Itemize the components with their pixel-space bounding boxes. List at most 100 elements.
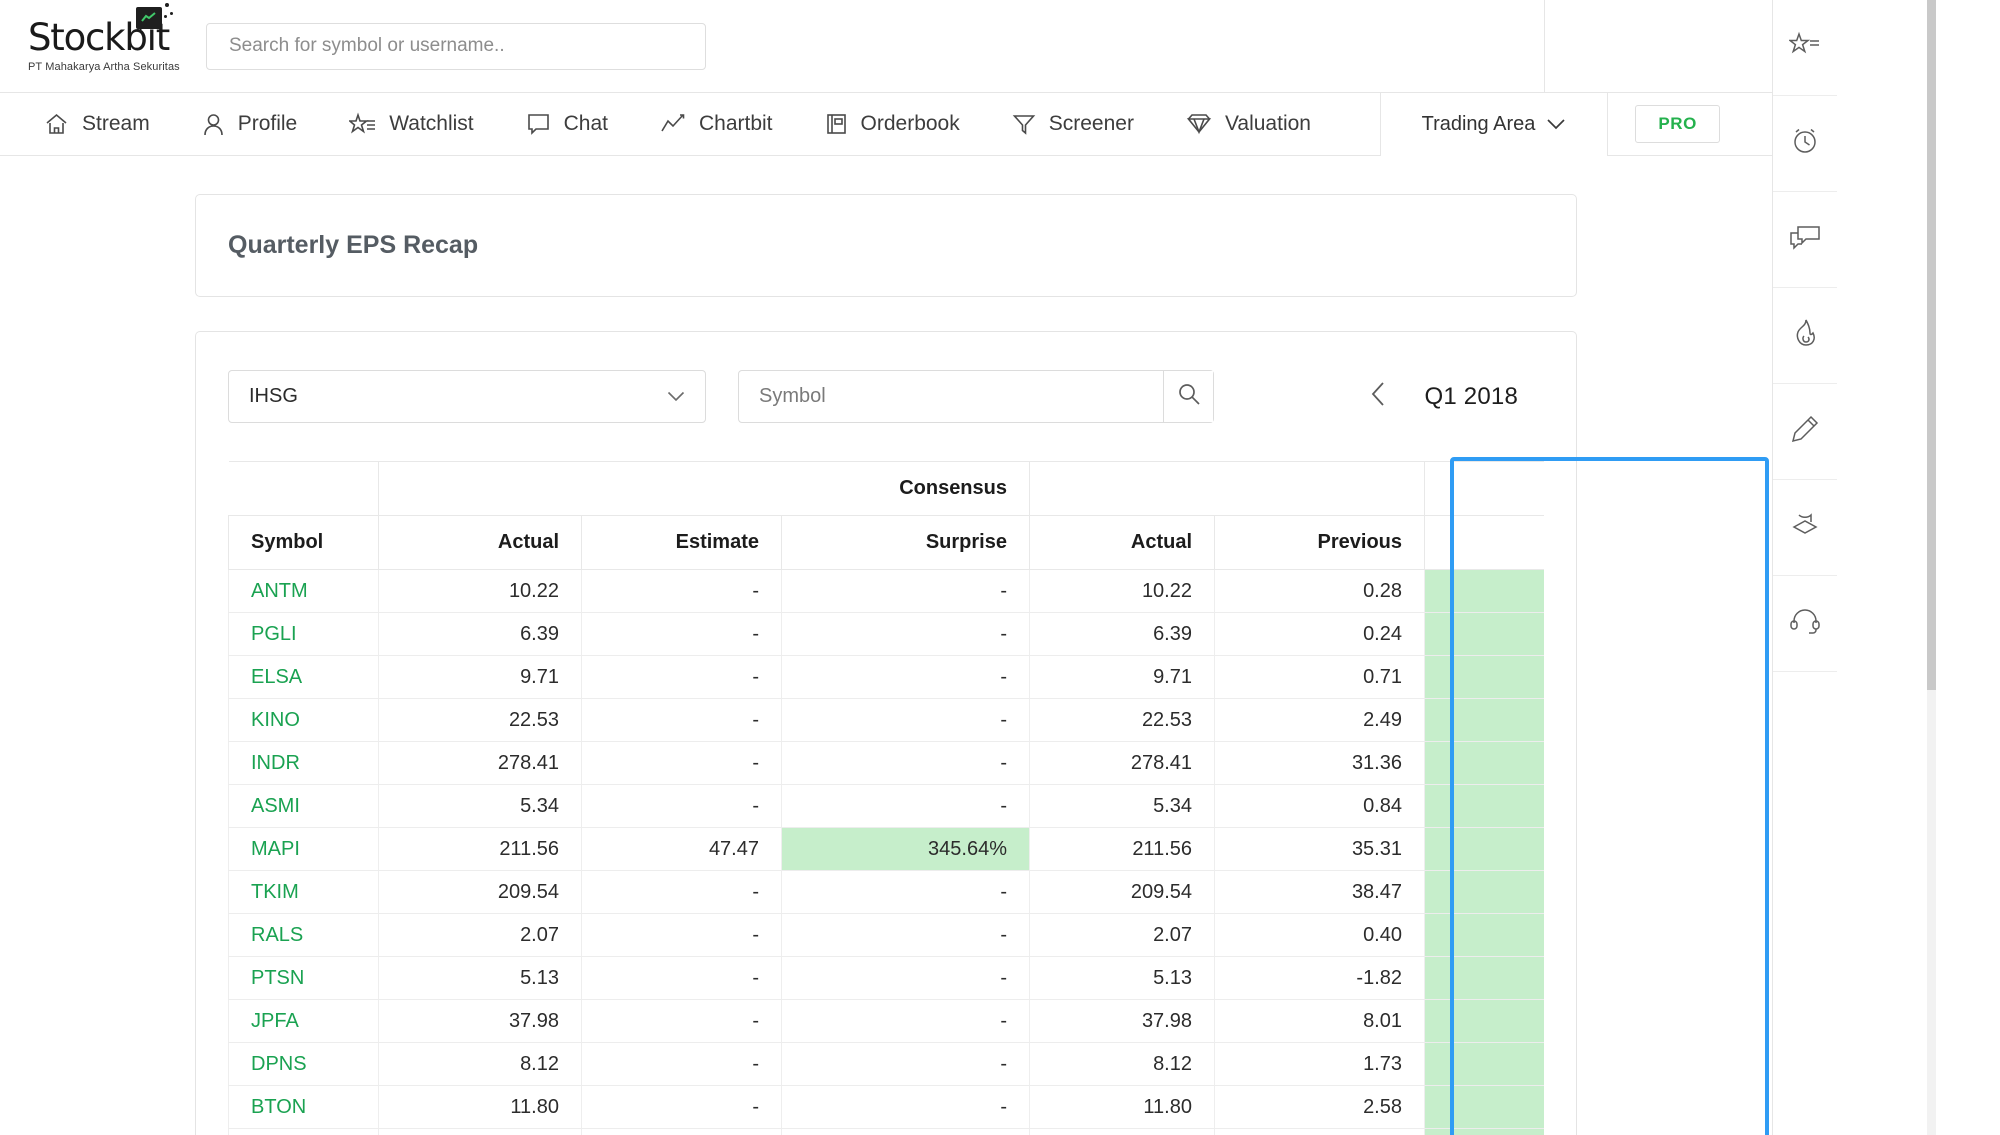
pro-badge-button[interactable]: PRO <box>1635 105 1720 143</box>
cell-symbol[interactable]: INDR <box>228 741 379 785</box>
table-row[interactable]: JPFA37.98--37.988.01374.16% <box>228 999 1544 1043</box>
rail-item-academy[interactable] <box>1772 480 1837 576</box>
eps-table-scroll[interactable]: Consensus Previous Year Symbol Actual Es… <box>228 461 1544 1135</box>
line-chart-icon <box>660 112 686 136</box>
cell-actual: 211.56 <box>378 827 582 871</box>
cell-symbol[interactable]: PTSN <box>228 956 379 1000</box>
cell-estimate: - <box>581 999 782 1043</box>
nav-item-orderbook[interactable]: Orderbook <box>825 93 960 156</box>
column-header-surprise[interactable]: Surprise <box>781 515 1030 570</box>
table-row[interactable]: PTSN5.13--5.13-1.82381.87% <box>228 956 1544 1000</box>
cell-surprise: - <box>781 913 1030 957</box>
cell-previous: -1.82 <box>1214 956 1425 1000</box>
cell-previous: 0.71 <box>1214 655 1425 699</box>
cell-symbol[interactable]: DPNS <box>228 1042 379 1086</box>
cell-actual: 209.54 <box>378 870 582 914</box>
cell-symbol[interactable]: PGLI <box>228 612 379 656</box>
nav-item-watchlist[interactable]: Watchlist <box>349 93 474 156</box>
nav-item-valuation[interactable]: Valuation <box>1186 93 1311 156</box>
brand-logo[interactable]: Stockbit PT Mahakarya Artha Sekuritas <box>0 3 200 73</box>
cell-actual-prev-year: 5.13 <box>1029 956 1215 1000</box>
cell-previous: 0.24 <box>1214 612 1425 656</box>
cell-symbol[interactable]: ANTM <box>228 569 379 613</box>
rail-item-watchlist[interactable] <box>1772 0 1837 96</box>
table-row[interactable]: ANTM10.22--10.220.283550.00% <box>228 569 1544 613</box>
app-root: Stockbit PT Mahakarya Artha Sekuritas Se… <box>0 0 2000 1135</box>
symbol-search-button[interactable] <box>1163 371 1213 422</box>
cell-symbol[interactable]: ADHI <box>228 1128 379 1135</box>
cell-actual-prev-year: 9.71 <box>1029 655 1215 699</box>
chevron-down-icon <box>1546 113 1566 136</box>
table-row[interactable]: PGLI6.39--6.390.242562.50% <box>228 612 1544 656</box>
cell-estimate: 47.47 <box>581 827 782 871</box>
eps-table: Consensus Previous Year Symbol Actual Es… <box>228 461 1544 1135</box>
rail-item-chat[interactable] <box>1772 192 1837 288</box>
cell-symbol[interactable]: ASMI <box>228 784 379 828</box>
cell-surprise: - <box>781 1128 1030 1135</box>
cell-previous: 2.58 <box>1214 1085 1425 1129</box>
group-header-previous-year: Previous Year <box>1424 461 1544 516</box>
rail-scrollbar-thumb[interactable] <box>1927 0 1936 690</box>
cell-change: 787.79% <box>1424 741 1544 785</box>
table-row[interactable]: ADHI20.58--20.585.38282.53% <box>228 1128 1544 1135</box>
rail-item-support[interactable] <box>1772 576 1837 672</box>
cell-surprise: - <box>781 741 1030 785</box>
cell-symbol[interactable]: TKIM <box>228 870 379 914</box>
table-row[interactable]: RALS2.07--2.070.40417.50% <box>228 913 1544 957</box>
cell-actual-prev-year: 211.56 <box>1029 827 1215 871</box>
nav-item-stream[interactable]: Stream <box>44 93 150 156</box>
orderbook-icon <box>825 112 848 136</box>
cell-change: 357.36% <box>1424 1085 1544 1129</box>
table-header-row: Symbol Actual Estimate Surprise Actual P… <box>228 515 1544 570</box>
cell-change: 2562.50% <box>1424 612 1544 656</box>
rail-item-alarm[interactable] <box>1772 96 1837 192</box>
symbol-search-group <box>738 370 1214 423</box>
column-header-actual-prev-year[interactable]: Actual <box>1029 515 1215 570</box>
cell-symbol[interactable]: KINO <box>228 698 379 742</box>
cell-change: 381.87% <box>1424 956 1544 1000</box>
table-row[interactable]: ELSA9.71--9.710.711267.61% <box>228 655 1544 699</box>
column-header-estimate[interactable]: Estimate <box>581 515 782 570</box>
table-row[interactable]: BTON11.80--11.802.58357.36% <box>228 1085 1544 1129</box>
cell-surprise: - <box>781 784 1030 828</box>
column-header-symbol[interactable]: Symbol <box>228 515 379 570</box>
cell-estimate: - <box>581 1128 782 1135</box>
group-header-consensus: Consensus <box>378 461 1030 516</box>
table-row[interactable]: KINO22.53--22.532.49804.82% <box>228 698 1544 742</box>
nav-item-screener[interactable]: Screener <box>1012 93 1134 156</box>
cell-previous: 0.40 <box>1214 913 1425 957</box>
cell-symbol[interactable]: RALS <box>228 913 379 957</box>
group-header-blank <box>228 461 379 516</box>
cell-symbol[interactable]: JPFA <box>228 999 379 1043</box>
column-header-change[interactable]: Change▾ <box>1424 515 1544 570</box>
nav-item-profile[interactable]: Profile <box>202 93 297 156</box>
cell-actual-prev-year: 11.80 <box>1029 1085 1215 1129</box>
table-row[interactable]: MAPI211.5647.47345.64%211.5635.31499.15% <box>228 827 1544 871</box>
column-header-actual[interactable]: Actual <box>378 515 582 570</box>
nav-item-chat[interactable]: Chat <box>526 93 608 156</box>
search-input[interactable]: Search for symbol or username.. <box>206 22 706 70</box>
cell-previous: 8.01 <box>1214 999 1425 1043</box>
cell-symbol[interactable]: MAPI <box>228 827 379 871</box>
table-row[interactable]: DPNS8.12--8.121.73369.36% <box>228 1042 1544 1086</box>
cell-symbol[interactable]: ELSA <box>228 655 379 699</box>
trading-area-selector[interactable]: Trading Area <box>1380 93 1608 156</box>
index-select[interactable]: IHSG <box>228 370 706 423</box>
cell-previous: 0.84 <box>1214 784 1425 828</box>
rail-item-trending[interactable] <box>1772 288 1837 384</box>
cell-previous: 31.36 <box>1214 741 1425 785</box>
cell-symbol[interactable]: BTON <box>228 1085 379 1129</box>
chevron-left-icon[interactable] <box>1371 381 1387 412</box>
symbol-search-input[interactable] <box>739 385 1163 408</box>
user-icon <box>202 112 225 136</box>
search-icon <box>1177 382 1201 411</box>
top-bar: Stockbit PT Mahakarya Artha Sekuritas Se… <box>0 0 1772 93</box>
cell-change: 417.50% <box>1424 913 1544 957</box>
column-header-previous[interactable]: Previous <box>1214 515 1425 570</box>
table-row[interactable]: ASMI5.34--5.340.84535.71% <box>228 784 1544 828</box>
rail-item-notes[interactable] <box>1772 384 1837 480</box>
nav-label: Watchlist <box>389 112 474 135</box>
nav-item-chartbit[interactable]: Chartbit <box>660 93 773 156</box>
table-row[interactable]: TKIM209.54--209.5438.47444.68% <box>228 870 1544 914</box>
table-row[interactable]: INDR278.41--278.4131.36787.79% <box>228 741 1544 785</box>
